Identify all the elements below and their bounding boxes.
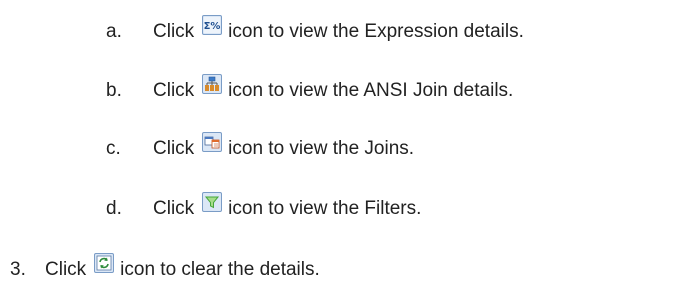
instruction-suffix: icon to clear the details. bbox=[120, 259, 320, 280]
filter-icon bbox=[202, 192, 223, 212]
instruction-suffix: icon to view the Expression details. bbox=[228, 21, 524, 42]
joins-icon bbox=[202, 132, 223, 152]
instruction-prefix: Click bbox=[153, 80, 195, 101]
list-item: a. Click Σ% icon to view the Expression … bbox=[106, 15, 524, 48]
instruction-suffix: icon to view the Filters. bbox=[228, 198, 422, 219]
list-item: d. Click icon to view the Filters. bbox=[106, 192, 422, 225]
list-marker: d. bbox=[106, 198, 122, 219]
list-marker: a. bbox=[106, 21, 122, 42]
list-item: b. Click icon to view the ANSI Join deta… bbox=[106, 74, 514, 107]
ansi-join-icon bbox=[202, 74, 223, 94]
instruction-suffix: icon to view the Joins. bbox=[228, 138, 415, 159]
instruction-prefix: Click bbox=[153, 21, 195, 42]
list-item: 3. Click icon to clear the details. bbox=[10, 253, 320, 286]
expression-icon: Σ% bbox=[202, 15, 223, 35]
expression-icon-glyph: Σ% bbox=[204, 21, 221, 32]
list-marker: c. bbox=[106, 138, 121, 159]
instruction-prefix: Click bbox=[153, 138, 195, 159]
instruction-prefix: Click bbox=[45, 259, 87, 280]
list-item: c. Click icon to view the Joins. bbox=[106, 132, 415, 165]
instruction-suffix: icon to view the ANSI Join details. bbox=[228, 80, 514, 101]
clear-details-icon bbox=[94, 253, 115, 273]
list-marker: b. bbox=[106, 80, 122, 101]
instruction-prefix: Click bbox=[153, 198, 195, 219]
list-marker: 3. bbox=[10, 259, 26, 280]
